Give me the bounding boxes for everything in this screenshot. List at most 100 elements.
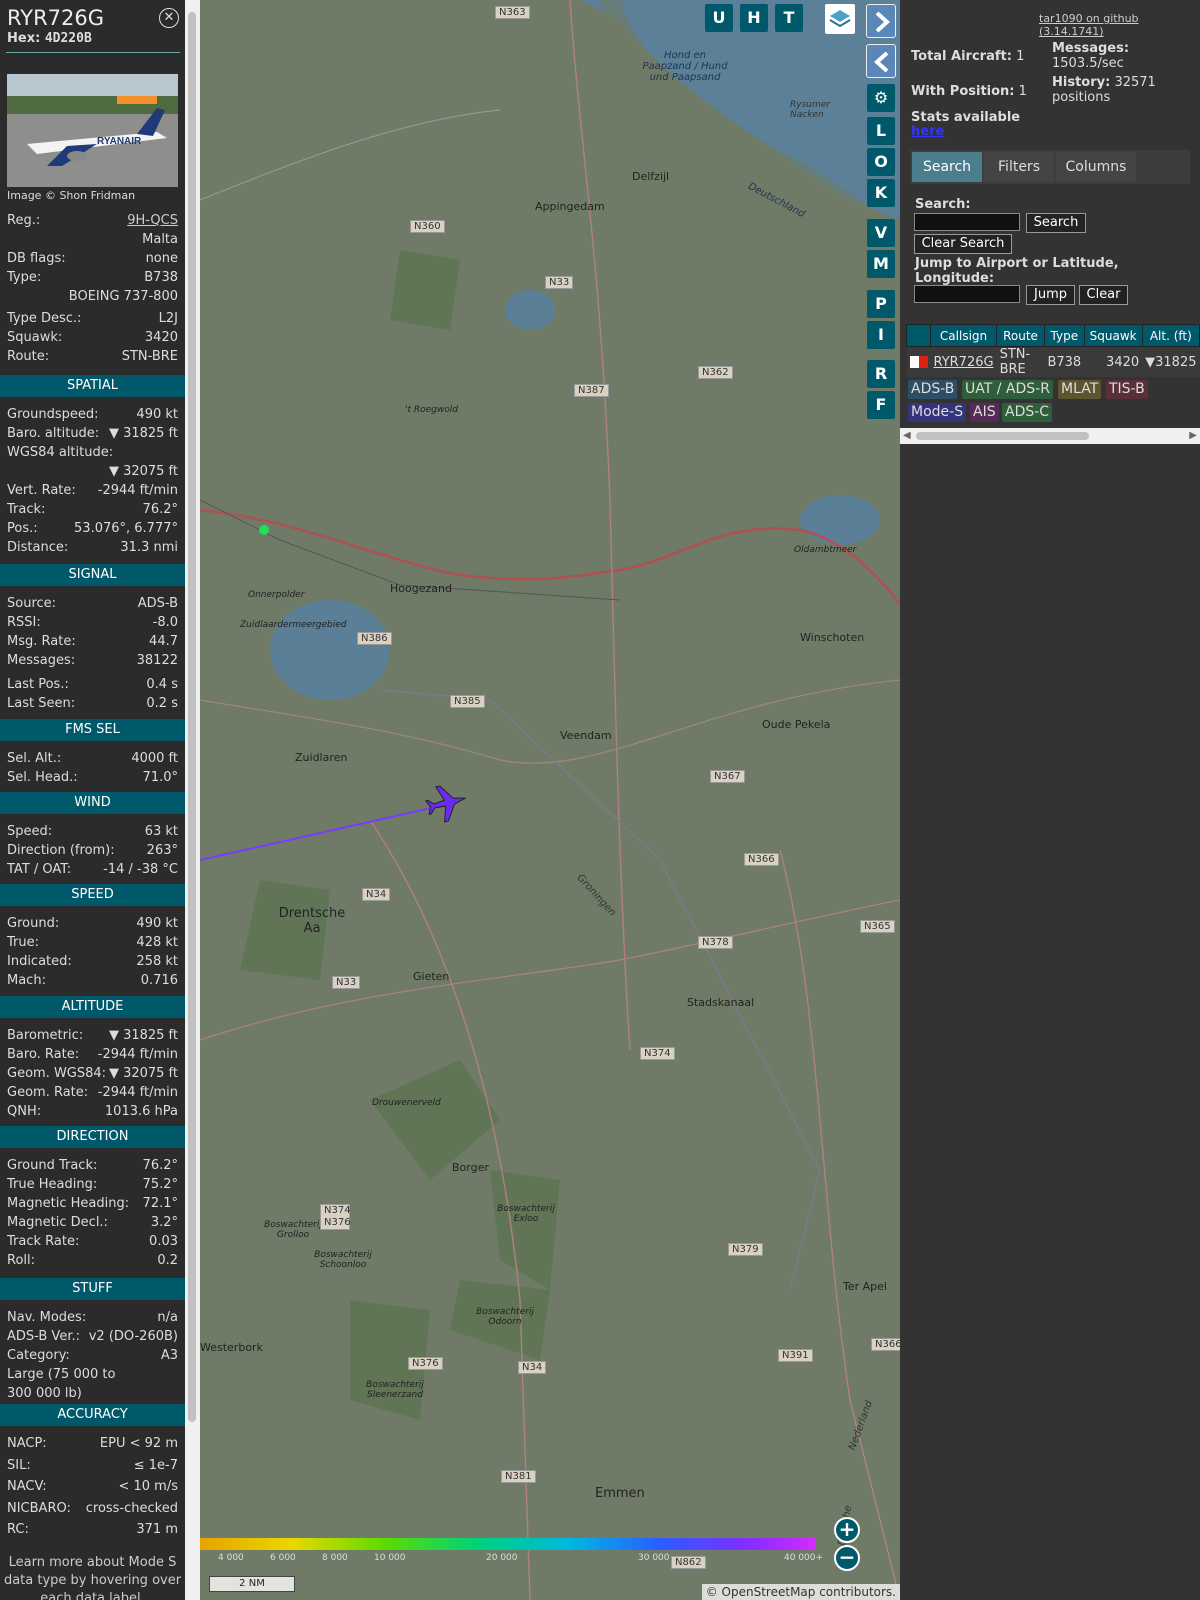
map-button-f[interactable]: F: [867, 391, 895, 419]
info-label: NICBARO:: [7, 1500, 71, 1516]
place-label: Boswachterij Schoonloo: [314, 1250, 372, 1270]
tab-columns[interactable]: Columns: [1056, 152, 1136, 182]
zoom-in-icon[interactable]: +: [834, 1517, 860, 1543]
table-row[interactable]: RYR726G STN-BRE B738 3420 ▼31825: [906, 346, 1200, 377]
registration-link[interactable]: 9H-QCS: [127, 213, 178, 228]
svg-text:RYANAIR: RYANAIR: [97, 136, 142, 147]
row-route: STN-BRE: [996, 346, 1045, 377]
layers-icon[interactable]: [825, 4, 855, 34]
map-button-p[interactable]: P: [867, 290, 895, 318]
receiver-marker: [259, 525, 269, 535]
info-row: Large (75 000 to: [7, 1367, 178, 1385]
info-value: L2J: [158, 311, 178, 326]
expand-right-icon[interactable]: [866, 4, 896, 38]
stats-link[interactable]: here: [911, 124, 944, 139]
info-label: Ground:: [7, 916, 60, 931]
info-value: -2944 ft/min: [97, 1085, 178, 1100]
info-label: NACP:: [7, 1436, 47, 1451]
map-button-h[interactable]: H: [740, 4, 768, 32]
table-scrollbar[interactable]: ◀ ▶: [900, 428, 1200, 444]
info-value: -2944 ft/min: [97, 483, 178, 498]
col-callsign[interactable]: Callsign: [929, 324, 998, 347]
place-label: Drentsche Aa: [278, 906, 346, 936]
map-button-k[interactable]: K: [867, 179, 895, 207]
info-row: Messages: 38122: [7, 653, 178, 671]
search-input[interactable]: [914, 213, 1020, 231]
info-label: Geom. Rate:: [7, 1085, 89, 1100]
zoom-out-icon[interactable]: −: [834, 1545, 860, 1571]
place-label: Drouwenerveld: [372, 1098, 441, 1108]
info-value: 428 kt: [136, 935, 178, 950]
map-view[interactable]: 4 000 6 000 8 000 10 000 20 000 30 000 40 000+…: [200, 0, 900, 1600]
info-label: Baro. altitude:: [7, 426, 100, 441]
row-callsign[interactable]: RYR726G: [930, 346, 997, 377]
info-row: Ground Track: 76.2°: [7, 1158, 178, 1176]
info-row: Geom. Rate: -2944 ft/min: [7, 1085, 178, 1103]
col-type[interactable]: Type: [1043, 324, 1085, 347]
info-value: -14 / -38 °C: [103, 862, 178, 877]
tab-filters[interactable]: Filters: [984, 152, 1054, 182]
search-button[interactable]: Search: [1026, 213, 1086, 233]
info-row: Magnetic Heading: 72.1°: [7, 1196, 178, 1214]
info-label: Route:: [7, 349, 50, 364]
left-panel-scrollbar[interactable]: [185, 0, 200, 1600]
clear-button[interactable]: Clear: [1079, 285, 1128, 305]
info-row: Type: B738: [7, 270, 178, 288]
with-position-label: With Position:: [911, 84, 1015, 99]
collapse-left-icon[interactable]: [866, 44, 896, 78]
legend-modes: Mode-S: [908, 403, 967, 422]
divider: [6, 52, 180, 53]
aircraft-photo[interactable]: RYANAIR: [7, 74, 178, 187]
info-row: BOEING 737-800: [7, 289, 178, 307]
info-row: Sel. Head.: 71.0°: [7, 770, 178, 788]
place-label: Rysumer Nacken: [790, 100, 830, 120]
info-row: TAT / OAT: -14 / -38 °C: [7, 862, 178, 880]
col-route[interactable]: Route: [996, 324, 1045, 347]
road-label: N381: [501, 1470, 536, 1483]
close-icon[interactable]: ✕: [159, 8, 179, 28]
info-row: True Heading: 75.2°: [7, 1177, 178, 1195]
info-row: Mach: 0.716: [7, 973, 178, 991]
jump-input[interactable]: [914, 285, 1020, 303]
col-alt[interactable]: Alt. (ft): [1141, 324, 1200, 347]
map-button-m[interactable]: M: [867, 250, 895, 278]
col-squawk[interactable]: Squawk: [1083, 324, 1143, 347]
clear-search-button[interactable]: Clear Search: [914, 234, 1012, 254]
aircraft-info-panel: RYR726G Hex: 4D220B ✕ RYANAIR Image © Sh…: [0, 0, 185, 1600]
info-row: RC: 371 m: [7, 1522, 178, 1540]
road-label: N33: [332, 976, 361, 989]
road-label: N385: [450, 695, 485, 708]
info-row: Baro. altitude: ▼ 31825 ft: [7, 426, 178, 444]
legend-mlat: MLAT: [1058, 380, 1102, 399]
info-value: STN-BRE: [121, 349, 178, 364]
map-button-r[interactable]: R: [867, 360, 895, 388]
info-row: Last Pos.: 0.4 s: [7, 677, 178, 695]
legend-adsb: ADS-B: [908, 380, 958, 399]
map-button-v[interactable]: V: [867, 219, 895, 247]
info-row: Barometric: ▼ 31825 ft: [7, 1028, 178, 1046]
info-label: DB flags:: [7, 251, 66, 266]
info-value: < 10 m/s: [118, 1479, 178, 1494]
info-row: Track Rate: 0.03: [7, 1234, 178, 1252]
map-attribution[interactable]: © OpenStreetMap contributors.: [701, 1584, 900, 1600]
info-label: Nav. Modes:: [7, 1310, 87, 1325]
info-label: Sel. Head.:: [7, 770, 78, 785]
map-button-t[interactable]: T: [775, 4, 803, 32]
info-label: True Heading:: [7, 1177, 98, 1192]
map-button-i[interactable]: I: [867, 321, 895, 349]
info-label: Track:: [7, 502, 46, 517]
settings-gear-icon[interactable]: ⚙: [867, 84, 895, 112]
info-label: Type:: [7, 270, 42, 285]
info-row: DB flags: none: [7, 251, 178, 269]
info-value: 3.2°: [150, 1215, 178, 1230]
map-button-u[interactable]: U: [705, 4, 733, 32]
github-link[interactable]: tar1090 on github (3.14.1741): [1039, 12, 1200, 38]
info-value: 0.4 s: [146, 677, 178, 692]
map-button-l[interactable]: L: [867, 117, 895, 145]
info-label: Geom. WGS84:: [7, 1066, 107, 1081]
info-value: ▼ 31825 ft: [108, 426, 178, 441]
road-label: N34: [518, 1361, 547, 1374]
jump-button[interactable]: Jump: [1026, 285, 1075, 305]
map-button-o[interactable]: O: [867, 148, 895, 176]
tab-search[interactable]: Search: [912, 152, 982, 182]
